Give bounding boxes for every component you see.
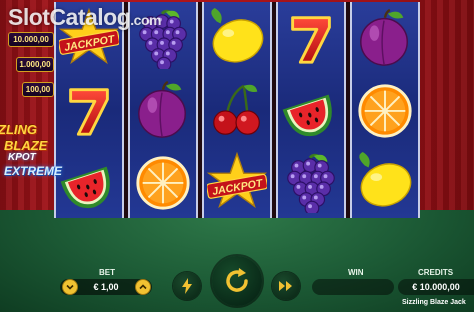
fast-forward-icon <box>279 281 292 291</box>
reel: JACKPOT <box>202 2 272 218</box>
credits-label: CREDITS <box>418 268 454 277</box>
plum-icon <box>360 8 408 66</box>
logo-line-1: ZLING <box>0 122 37 137</box>
jackpot-value-grand: 10.000,00 <box>8 32 54 47</box>
symbol-orange <box>130 146 196 218</box>
symbol-orange <box>352 74 418 146</box>
symbol-lemon <box>352 146 418 218</box>
logo-line-3: KPOT <box>8 152 36 163</box>
autoplay-button[interactable] <box>272 272 300 300</box>
bet-value: € 1,00 <box>93 282 119 292</box>
spin-arrow-icon <box>226 268 248 292</box>
plum-icon <box>138 80 186 138</box>
curtain-right <box>419 0 474 222</box>
watermark: SlotCatalog.com <box>8 4 161 31</box>
symbol-plum <box>130 74 196 146</box>
symbol-seven <box>278 2 344 74</box>
credits-display: € 10.000,00 <box>398 279 474 295</box>
symbol-seven <box>56 74 122 146</box>
symbol-jackpot: JACKPOT <box>204 146 270 218</box>
bet-decrease-button[interactable] <box>62 279 78 295</box>
jackpot-value-major: 1.000,00 <box>16 57 54 72</box>
seven-icon <box>291 16 331 64</box>
minus-icon <box>66 284 74 290</box>
symbol-cherries <box>204 74 270 146</box>
reel <box>350 2 420 218</box>
reel <box>128 2 198 218</box>
jackpot-icon: JACKPOT <box>207 151 267 209</box>
symbol-watermelon <box>278 74 344 146</box>
win-display <box>312 279 394 295</box>
symbol-lemon <box>204 2 270 74</box>
lemon-icon <box>211 8 264 63</box>
watermark-brand: SlotCatalog <box>8 4 131 30</box>
lemon-icon <box>359 152 412 207</box>
reel <box>276 2 346 218</box>
logo-line-2: BLAZE <box>4 138 48 153</box>
grapes-icon <box>287 153 335 213</box>
plus-icon <box>139 284 147 290</box>
symbol-grapes <box>278 146 344 218</box>
bet-label: BET <box>99 268 115 277</box>
logo-line-4: EXTREME <box>4 164 63 178</box>
symbol-plum <box>352 2 418 74</box>
orange-icon <box>136 156 190 210</box>
reels-area: JACKPOT JACKPOT <box>54 2 420 218</box>
watermark-suffix: .com <box>130 12 161 28</box>
cherries-icon <box>213 84 260 135</box>
lightning-icon <box>182 278 192 294</box>
bet-increase-button[interactable] <box>135 279 151 295</box>
watermelon-icon <box>282 94 332 137</box>
seven-icon <box>69 88 109 136</box>
spin-button[interactable] <box>212 256 262 306</box>
game-logo: ZLING BLAZE KPOT EXTREME <box>0 108 63 204</box>
game-title: Sizzling Blaze Jack <box>402 299 466 306</box>
win-label: WIN <box>348 268 364 277</box>
symbol-watermelon <box>56 146 122 218</box>
turbo-button[interactable] <box>173 272 201 300</box>
reel: JACKPOT <box>54 2 124 218</box>
jackpot-value-minor: 100,00 <box>22 82 54 97</box>
orange-icon <box>358 84 412 138</box>
watermelon-icon <box>60 166 110 209</box>
